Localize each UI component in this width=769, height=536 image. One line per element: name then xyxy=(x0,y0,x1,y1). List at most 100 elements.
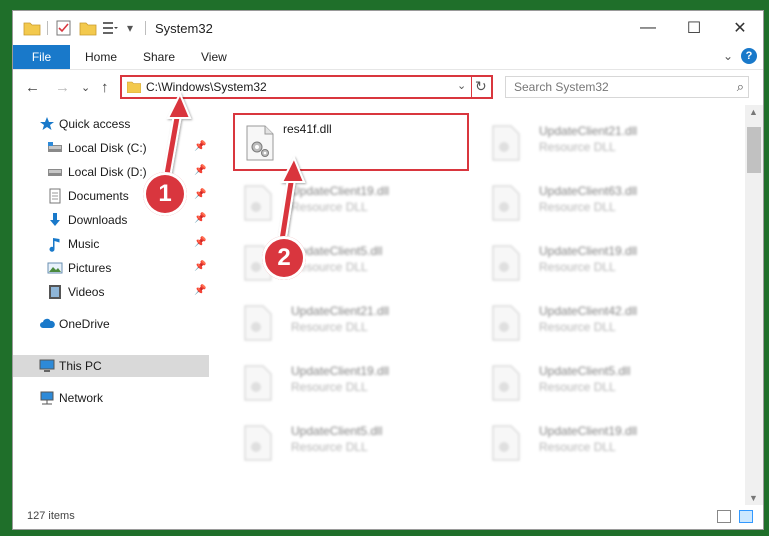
file-item[interactable]: UpdateClient19.dll Resource DLL xyxy=(481,415,721,471)
address-path[interactable]: C:\Windows\System32 xyxy=(146,80,267,94)
search-icon[interactable]: ⌕ xyxy=(737,79,744,95)
file-item[interactable]: UpdateClient5.dll Resource DLL xyxy=(233,415,473,471)
file-name: UpdateClient19.dll xyxy=(539,424,638,438)
file-item[interactable]: UpdateClient19.dll Resource DLL xyxy=(233,355,473,411)
pin-icon: 📌 xyxy=(194,165,207,176)
sidebar-item-downloads[interactable]: Downloads 📌 xyxy=(13,209,209,231)
tab-home[interactable]: Home xyxy=(85,50,117,64)
address-bar[interactable]: C:\Windows\System32 ⌄ ↻ xyxy=(120,75,493,99)
file-item[interactable]: UpdateClient21.dll Resource DLL xyxy=(481,115,721,171)
file-item[interactable]: UpdateClient21.dll Resource DLL xyxy=(233,295,473,351)
customize-icon[interactable] xyxy=(101,19,119,37)
step-badge-1: 1 xyxy=(143,172,187,216)
address-row: ← → ⌄ ↑ C:\Windows\System32 ⌄ ↻ Search S… xyxy=(13,69,763,105)
download-icon xyxy=(50,213,60,226)
sidebar-item-label: OneDrive xyxy=(59,317,110,331)
file-item[interactable]: UpdateClient19.dll Resource DLL xyxy=(481,235,721,291)
file-type: Resource DLL xyxy=(291,200,368,214)
new-folder-icon[interactable] xyxy=(79,19,97,37)
forward-button[interactable]: → xyxy=(55,79,70,96)
item-count: 127 items xyxy=(27,510,75,522)
sidebar-item-label: Local Disk (D:) xyxy=(68,165,147,179)
tab-share[interactable]: Share xyxy=(143,50,175,64)
sidebar-item-label: This PC xyxy=(59,359,102,373)
dll-file-icon xyxy=(492,365,520,401)
search-input[interactable]: Search System32 xyxy=(514,80,609,94)
file-type: Resource DLL xyxy=(539,320,616,334)
sidebar-item-quick-access[interactable]: Quick access xyxy=(13,113,209,135)
back-button[interactable]: ← xyxy=(25,79,40,96)
close-button[interactable]: ✕ xyxy=(717,11,763,45)
recent-locations-button[interactable]: ⌄ xyxy=(81,81,90,94)
dll-file-icon xyxy=(244,365,272,401)
ribbon-expand-button[interactable]: ⌄ xyxy=(723,49,733,63)
file-type: Resource DLL xyxy=(291,320,368,334)
dll-file-icon xyxy=(492,305,520,341)
cloud-icon xyxy=(40,318,55,328)
scroll-up-icon[interactable]: ▲ xyxy=(749,107,758,117)
tab-file[interactable]: File xyxy=(13,45,70,69)
pin-icon: 📌 xyxy=(194,189,207,200)
file-type: Resource DLL xyxy=(539,260,616,274)
computer-icon xyxy=(39,359,55,372)
sidebar-item-label: Documents xyxy=(68,189,129,203)
status-bar: 127 items xyxy=(13,505,763,529)
pin-icon: 📌 xyxy=(194,213,207,224)
file-name: res41f.dll xyxy=(283,122,332,136)
title-bar: ▾ System32 — ☐ ✕ xyxy=(13,11,763,45)
tab-view[interactable]: View xyxy=(201,50,227,64)
maximize-button[interactable]: ☐ xyxy=(671,11,717,45)
search-box[interactable]: Search System32 ⌕ xyxy=(505,76,749,98)
scroll-down-icon[interactable]: ▼ xyxy=(749,493,758,503)
sidebar-item-local-disk-c[interactable]: Local Disk (C:) 📌 xyxy=(13,137,209,159)
file-item[interactable]: UpdateClient63.dll Resource DLL xyxy=(481,175,721,231)
ribbon-tabs: File Home Share View ⌄ ? xyxy=(13,45,763,69)
file-item[interactable]: UpdateClient19.dll Resource DLL xyxy=(233,175,473,231)
up-button[interactable]: ↑ xyxy=(101,79,109,96)
file-item[interactable]: UpdateClient42.dll Resource DLL xyxy=(481,295,721,351)
help-icon[interactable]: ? xyxy=(741,48,757,64)
explorer-window: ▾ System32 — ☐ ✕ File Home Share View ⌄ … xyxy=(12,10,764,530)
file-item[interactable]: UpdateClient5.dll Resource DLL xyxy=(481,355,721,411)
sidebar-item-onedrive[interactable]: OneDrive xyxy=(13,313,209,335)
sidebar-item-label: Music xyxy=(68,237,100,251)
refresh-icon[interactable]: ↻ xyxy=(475,78,487,95)
file-type: Resource DLL xyxy=(291,380,368,394)
pictures-icon xyxy=(47,262,63,274)
file-name: UpdateClient19.dll xyxy=(291,364,390,378)
file-name: UpdateClient21.dll xyxy=(291,304,390,318)
star-icon xyxy=(40,117,54,130)
videos-icon xyxy=(49,285,61,299)
sidebar-item-videos[interactable]: Videos 📌 xyxy=(13,281,209,303)
folder-icon xyxy=(127,81,141,93)
sidebar-item-label: Network xyxy=(59,391,104,405)
sidebar-item-network[interactable]: Network xyxy=(13,387,209,409)
address-dropdown-icon[interactable]: ⌄ xyxy=(457,79,466,92)
drive-icon xyxy=(48,169,62,176)
folder-icon[interactable] xyxy=(23,19,41,37)
dll-file-icon xyxy=(244,185,272,221)
drive-icon xyxy=(48,142,62,152)
pin-icon: 📌 xyxy=(194,285,207,296)
properties-icon[interactable] xyxy=(55,19,73,37)
sidebar-item-this-pc[interactable]: This PC xyxy=(13,355,209,377)
sidebar-item-music[interactable]: Music 📌 xyxy=(13,233,209,255)
window-title: System32 xyxy=(155,21,213,36)
quick-access-dropdown[interactable]: ▾ xyxy=(127,21,133,35)
dll-file-icon xyxy=(244,425,272,461)
details-view-icon[interactable] xyxy=(717,510,731,523)
file-type: Resource DLL xyxy=(539,380,616,394)
file-type: Resource DLL xyxy=(539,140,616,154)
documents-icon xyxy=(49,188,61,204)
file-item-res41f[interactable]: res41f.dll xyxy=(233,113,469,171)
vertical-scrollbar[interactable]: ▲ ▼ xyxy=(745,105,763,505)
minimize-button[interactable]: — xyxy=(625,11,671,45)
navigation-pane: Quick access Local Disk (C:) 📌 Local Dis… xyxy=(13,105,209,505)
sidebar-item-pictures[interactable]: Pictures 📌 xyxy=(13,257,209,279)
dll-file-icon xyxy=(492,185,520,221)
scrollbar-thumb[interactable] xyxy=(747,127,761,173)
network-icon xyxy=(40,391,54,405)
large-icons-view-icon[interactable] xyxy=(739,510,753,523)
pin-icon: 📌 xyxy=(194,261,207,272)
file-name: UpdateClient5.dll xyxy=(291,424,383,438)
